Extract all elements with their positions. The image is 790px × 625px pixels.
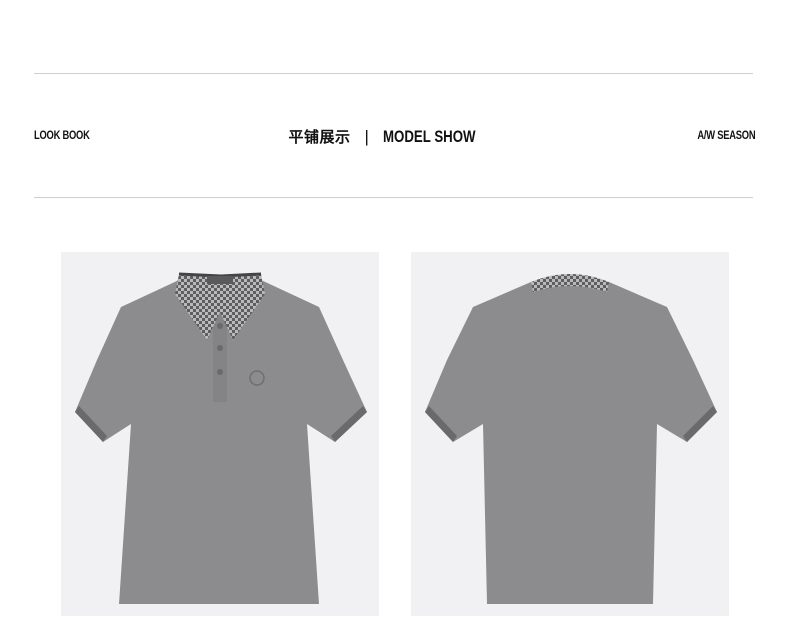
polo-back-illustration xyxy=(425,274,717,604)
product-image-front[interactable] xyxy=(61,252,379,616)
season-label: A/W SEASON xyxy=(697,128,755,142)
product-image-back[interactable] xyxy=(411,252,729,616)
section-title: 平铺展示 | MODEL SHOW xyxy=(0,126,790,147)
polo-front-illustration xyxy=(75,272,367,604)
section-title-en: MODEL SHOW xyxy=(382,127,476,146)
bottom-divider xyxy=(34,197,753,198)
top-divider xyxy=(34,73,753,74)
title-separator: | xyxy=(364,127,369,146)
section-title-cn: 平铺展示 xyxy=(288,128,351,146)
